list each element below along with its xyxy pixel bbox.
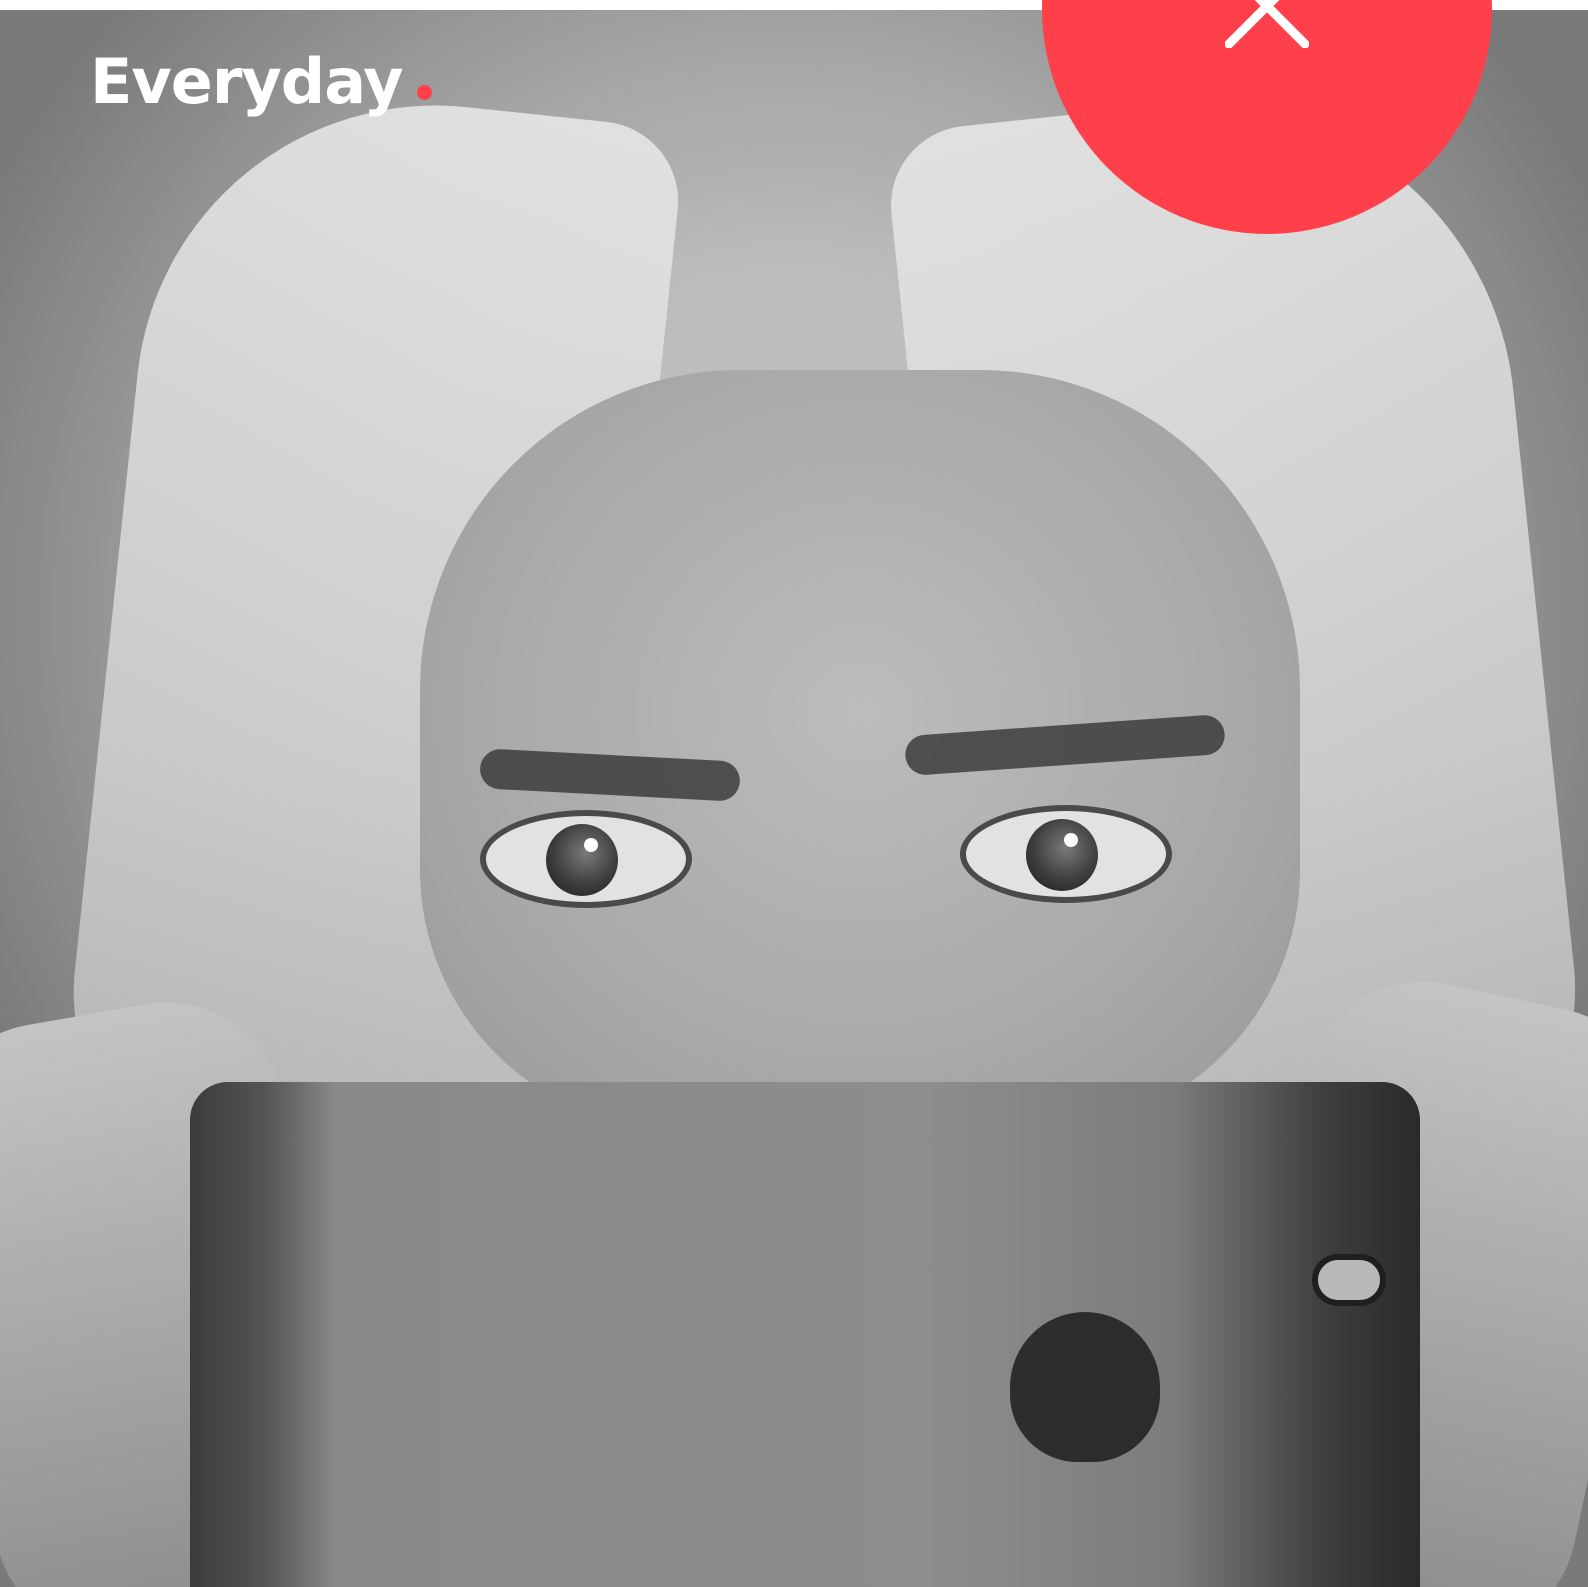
eye-left: [480, 810, 692, 908]
brand-logo[interactable]: Everyday: [90, 46, 432, 118]
phone-logo-icon: [1010, 1312, 1160, 1462]
screen: Everyday: [0, 0, 1588, 1587]
glint-right: [1064, 833, 1078, 847]
iris-left: [546, 824, 618, 896]
iris-right: [1026, 819, 1098, 891]
eye-right: [960, 805, 1172, 903]
brand-dot: [416, 85, 432, 100]
brand-name: Everyday: [90, 45, 404, 118]
close-icon: [1225, 0, 1309, 48]
glint-left: [584, 838, 598, 852]
phone-camera: [1312, 1254, 1386, 1306]
smartphone: [190, 1082, 1420, 1587]
hero-photo: [0, 10, 1588, 1587]
